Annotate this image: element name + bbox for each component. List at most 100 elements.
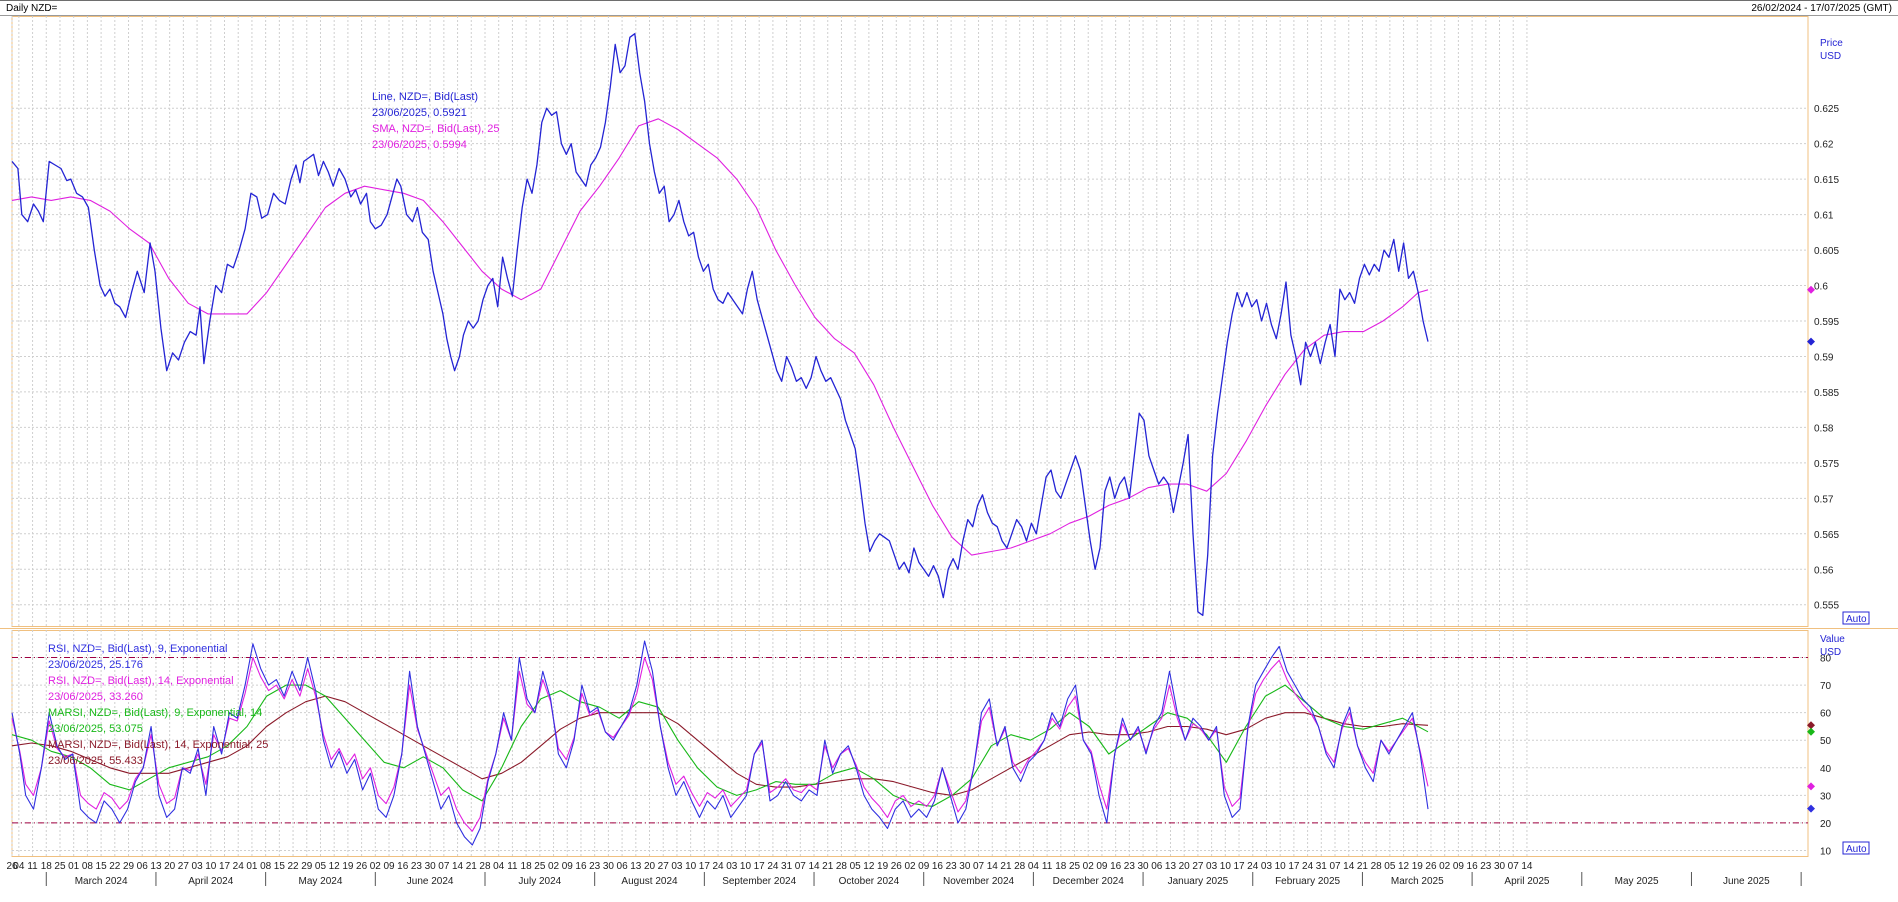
x-day-label: 29 bbox=[123, 861, 135, 872]
x-day-label: 16 bbox=[397, 861, 409, 872]
x-day-label: 05 bbox=[315, 861, 327, 872]
x-day-label: 25 bbox=[54, 861, 66, 872]
x-month-label: February 2025 bbox=[1275, 876, 1340, 887]
x-day-label: 24 bbox=[1247, 861, 1259, 872]
x-day-label: 20 bbox=[644, 861, 656, 872]
x-day-label: 03 bbox=[726, 861, 738, 872]
x-day-label: 28 bbox=[1371, 861, 1383, 872]
x-day-label: 27 bbox=[1192, 861, 1204, 872]
x-month-label: March 2024 bbox=[75, 876, 128, 887]
x-day-label: 12 bbox=[863, 861, 875, 872]
x-day-label: 07 bbox=[1508, 861, 1520, 872]
price-axis-label: Price bbox=[1820, 38, 1843, 49]
price-ytick-label: 0.61 bbox=[1814, 211, 1834, 222]
x-day-label: 13 bbox=[1165, 861, 1177, 872]
x-day-label: 14 bbox=[1343, 861, 1355, 872]
x-day-label: 04 bbox=[1028, 861, 1040, 872]
osc-ytick-label: 30 bbox=[1820, 791, 1832, 802]
x-month-label: January 2025 bbox=[1168, 876, 1229, 887]
price-legend-series: Line, NZD=, Bid(Last) bbox=[372, 91, 478, 103]
chart-title: Daily NZD= bbox=[6, 3, 58, 14]
x-day-label: 04 bbox=[13, 861, 25, 872]
x-day-label: 14 bbox=[808, 861, 820, 872]
x-day-label: 06 bbox=[1151, 861, 1163, 872]
x-day-label: 31 bbox=[1316, 861, 1328, 872]
price-ytick-label: 0.6 bbox=[1814, 282, 1828, 293]
x-day-label: 16 bbox=[575, 861, 587, 872]
price-legend-last: 23/06/2025, 0.5921 bbox=[372, 107, 467, 119]
x-day-label: 26 bbox=[356, 861, 368, 872]
x-day-label: 11 bbox=[27, 861, 38, 872]
x-day-label: 20 bbox=[164, 861, 176, 872]
x-day-label: 09 bbox=[562, 861, 574, 872]
x-day-label: 11 bbox=[1042, 861, 1053, 872]
x-day-label: 12 bbox=[329, 861, 341, 872]
x-day-label: 23 bbox=[946, 861, 958, 872]
osc-legend-last: 23/06/2025, 25.176 bbox=[48, 659, 143, 671]
osc-legend-last: 23/06/2025, 53.075 bbox=[48, 723, 143, 735]
osc-ytick-label: 50 bbox=[1820, 736, 1832, 747]
x-day-label: 30 bbox=[603, 861, 615, 872]
x-day-label: 07 bbox=[795, 861, 807, 872]
x-day-label: 14 bbox=[987, 861, 999, 872]
x-day-label: 27 bbox=[178, 861, 190, 872]
x-day-label: 07 bbox=[973, 861, 985, 872]
price-ytick-label: 0.58 bbox=[1814, 423, 1834, 434]
x-day-label: 24 bbox=[767, 861, 779, 872]
price-ytick-label: 0.57 bbox=[1814, 494, 1834, 505]
x-day-label: 07 bbox=[1329, 861, 1341, 872]
x-month-label: September 2024 bbox=[722, 876, 796, 887]
x-day-label: 28 bbox=[836, 861, 848, 872]
x-day-label: 21 bbox=[1000, 861, 1012, 872]
x-day-label: 09 bbox=[383, 861, 395, 872]
x-day-label: 10 bbox=[205, 861, 217, 872]
x-day-label: 24 bbox=[1302, 861, 1314, 872]
price-ytick-label: 0.615 bbox=[1814, 175, 1839, 186]
x-day-label: 02 bbox=[1083, 861, 1095, 872]
x-day-label: 16 bbox=[1110, 861, 1122, 872]
x-month-label: April 2025 bbox=[1504, 876, 1549, 887]
x-day-label: 21 bbox=[1357, 861, 1369, 872]
x-day-label: 28 bbox=[479, 861, 491, 872]
price-ytick-label: 0.605 bbox=[1814, 246, 1839, 257]
x-day-label: 30 bbox=[1494, 861, 1506, 872]
x-day-label: 02 bbox=[370, 861, 382, 872]
x-day-label: 23 bbox=[1480, 861, 1492, 872]
x-day-label: 25 bbox=[534, 861, 546, 872]
x-month-label: May 2024 bbox=[299, 876, 343, 887]
x-day-label: 24 bbox=[233, 861, 245, 872]
x-month-label: June 2025 bbox=[1723, 876, 1770, 887]
chart-canvas[interactable]: 0.555 0.56 0.565 0.57 0.575 0.58 0.585 0.59 0.59… bbox=[0, 16, 1898, 902]
x-day-label: 10 bbox=[740, 861, 752, 872]
x-day-label: 10 bbox=[685, 861, 697, 872]
x-day-label: 21 bbox=[822, 861, 834, 872]
price-ytick-label: 0.59 bbox=[1814, 352, 1834, 363]
price-legend-series: SMA, NZD=, Bid(Last), 25 bbox=[372, 123, 499, 135]
x-day-label: 15 bbox=[274, 861, 286, 872]
x-day-label: 16 bbox=[1467, 861, 1479, 872]
x-day-label: 23 bbox=[411, 861, 423, 872]
auto-scale-label: Auto bbox=[1846, 844, 1867, 855]
x-day-label: 17 bbox=[1288, 861, 1300, 872]
price-axis-unit: USD bbox=[1820, 51, 1841, 62]
x-day-label: 22 bbox=[287, 861, 299, 872]
x-day-label: 17 bbox=[219, 861, 231, 872]
x-day-label: 12 bbox=[1398, 861, 1410, 872]
x-day-label: 02 bbox=[904, 861, 916, 872]
x-day-label: 30 bbox=[425, 861, 437, 872]
x-day-label: 19 bbox=[342, 861, 354, 872]
x-day-label: 17 bbox=[699, 861, 711, 872]
osc-legend-series: MARSI, NZD=, Bid(Last), 14, Exponential,… bbox=[48, 739, 268, 751]
price-ytick-label: 0.62 bbox=[1814, 140, 1834, 151]
x-month-label: August 2024 bbox=[621, 876, 678, 887]
x-day-label: 05 bbox=[850, 861, 862, 872]
date-range: 26/02/2024 - 17/07/2025 (GMT) bbox=[1751, 3, 1892, 14]
x-day-label: 26 bbox=[1425, 861, 1437, 872]
x-day-label: 31 bbox=[781, 861, 793, 872]
osc-ytick-label: 60 bbox=[1820, 709, 1832, 720]
price-legend-last: 23/06/2025, 0.5994 bbox=[372, 139, 467, 151]
x-day-label: 19 bbox=[877, 861, 889, 872]
x-month-label: December 2024 bbox=[1053, 876, 1125, 887]
x-day-label: 24 bbox=[712, 861, 724, 872]
price-ytick-label: 0.575 bbox=[1814, 459, 1839, 470]
